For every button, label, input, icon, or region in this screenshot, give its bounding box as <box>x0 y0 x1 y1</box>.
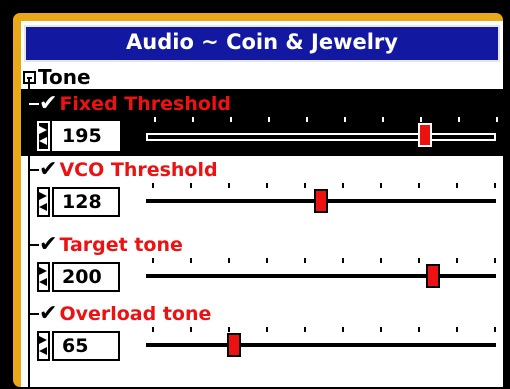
item-header: ✔ Overload tone <box>29 301 211 327</box>
arrow-up-icon[interactable] <box>39 126 47 134</box>
value-spinner[interactable] <box>37 331 50 361</box>
item-header: ✔ Target tone <box>29 232 183 258</box>
arrow-down-icon[interactable] <box>39 347 47 355</box>
slider-tick <box>418 258 420 263</box>
value-field[interactable]: 195 <box>52 121 120 151</box>
arrow-up-icon[interactable] <box>39 192 47 200</box>
slider-tick <box>228 183 230 188</box>
value-field[interactable]: 200 <box>52 262 120 292</box>
slider-tick <box>420 117 422 122</box>
slider-tick <box>190 258 192 263</box>
slider-track[interactable] <box>146 327 496 357</box>
setting-label: VCO Threshold <box>59 159 218 181</box>
slider-tick <box>304 327 306 332</box>
slider-tick <box>380 258 382 263</box>
arrow-up-icon[interactable] <box>39 267 47 275</box>
window-title: Audio ~ Coin & Jewelry <box>24 25 500 62</box>
setting-item[interactable]: ✔ VCO Threshold 128 <box>21 155 503 221</box>
slider-tick <box>152 258 154 263</box>
slider-tick <box>190 183 192 188</box>
slider-tick <box>456 258 458 263</box>
tree-branch <box>29 103 39 105</box>
setting-item[interactable]: ✔ Target tone 200 <box>21 230 503 296</box>
checkmark-icon[interactable]: ✔ <box>39 158 57 182</box>
slider-tick <box>152 183 154 188</box>
slider-tick <box>494 327 496 332</box>
value-field[interactable]: 128 <box>52 187 120 217</box>
slider-tick <box>418 327 420 332</box>
value-spinner[interactable] <box>37 121 50 151</box>
slider-tick <box>304 183 306 188</box>
setting-label: Target tone <box>59 234 183 256</box>
slider-tick <box>380 183 382 188</box>
slider-tick <box>152 327 154 332</box>
arrow-down-icon[interactable] <box>39 137 47 145</box>
setting-label: Overload tone <box>59 303 212 325</box>
slider-tick <box>268 117 270 122</box>
item-header: ✔ Fixed Threshold <box>29 91 231 117</box>
value-field[interactable]: 65 <box>52 331 120 361</box>
slider-tick <box>306 117 308 122</box>
slider-tick <box>382 117 384 122</box>
slider-tick <box>192 117 194 122</box>
checkmark-icon[interactable]: ✔ <box>39 302 57 326</box>
tree-branch <box>29 244 39 246</box>
slider-tick <box>380 327 382 332</box>
arrow-down-icon[interactable] <box>39 203 47 211</box>
checkmark-icon[interactable]: ✔ <box>39 233 57 257</box>
slider-track[interactable] <box>146 117 498 147</box>
slider-tick <box>456 183 458 188</box>
slider-tick <box>190 327 192 332</box>
slider-tick <box>228 258 230 263</box>
tree-branch <box>29 313 39 315</box>
item-header: ✔ VCO Threshold <box>29 157 218 183</box>
slider-tick <box>266 327 268 332</box>
slider-tick <box>456 327 458 332</box>
slider-tick <box>494 258 496 263</box>
setting-label: Fixed Threshold <box>59 93 232 115</box>
setting-item[interactable]: ✔ Overload tone 65 <box>21 299 503 365</box>
slider-knob[interactable] <box>426 264 440 288</box>
slider-tick <box>154 117 156 122</box>
slider-tick <box>266 183 268 188</box>
slider-tick <box>228 327 230 332</box>
arrow-up-icon[interactable] <box>39 336 47 344</box>
checkmark-icon[interactable]: ✔ <box>39 92 57 116</box>
slider-tick <box>342 327 344 332</box>
slider-tick <box>458 117 460 122</box>
slider-tick <box>494 183 496 188</box>
group-label: Tone <box>38 65 91 89</box>
slider-tick <box>418 183 420 188</box>
slider-tick <box>304 258 306 263</box>
tree-group-tone[interactable]: Tone <box>23 65 91 89</box>
slider-tick <box>496 117 498 122</box>
slider-tick <box>230 117 232 122</box>
value-spinner[interactable] <box>37 262 50 292</box>
screen: Audio ~ Coin & Jewelry Tone ✔ Fixed Thres… <box>21 21 503 387</box>
slider-tick <box>342 183 344 188</box>
arrow-down-icon[interactable] <box>39 278 47 286</box>
value-spinner[interactable] <box>37 187 50 217</box>
slider-track[interactable] <box>146 183 496 213</box>
slider-track[interactable] <box>146 258 496 288</box>
slider-tick <box>266 258 268 263</box>
slider-knob[interactable] <box>314 189 328 213</box>
setting-item[interactable]: ✔ Fixed Threshold 195 <box>21 89 503 156</box>
slider-tick <box>342 258 344 263</box>
slider-knob[interactable] <box>226 333 241 357</box>
slider-knob[interactable] <box>417 123 432 147</box>
slider-tick <box>344 117 346 122</box>
tree-branch <box>29 169 39 171</box>
